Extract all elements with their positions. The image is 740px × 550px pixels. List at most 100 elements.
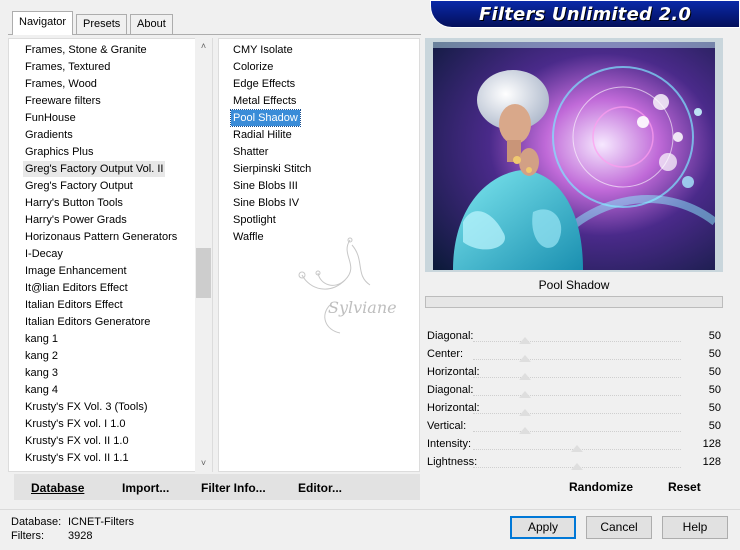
- param-slider-track[interactable]: [473, 359, 681, 360]
- param-row: Horizontal: 50: [425, 400, 723, 418]
- param-value: 50: [708, 420, 721, 432]
- help-button[interactable]: Help: [662, 516, 728, 539]
- database-button[interactable]: Database: [31, 481, 84, 495]
- param-slider-track[interactable]: [473, 341, 681, 342]
- category-item[interactable]: Krusty's FX Vol. 3 (Tools): [23, 399, 150, 415]
- progress-bar: [425, 296, 723, 308]
- category-item[interactable]: Gradients: [23, 127, 75, 143]
- category-item[interactable]: Krusty's FX vol. II 1.0: [23, 433, 131, 449]
- param-row: Lightness: 128: [425, 454, 723, 472]
- bottom-toolbar: Database Import... Filter Info... Editor…: [14, 474, 420, 500]
- param-label: Horizontal:: [427, 402, 480, 414]
- database-value: ICNET-Filters: [68, 516, 134, 528]
- category-item[interactable]: Italian Editors Generatore: [23, 314, 152, 330]
- filter-item[interactable]: Radial Hilite: [231, 127, 294, 143]
- param-value: 50: [708, 402, 721, 414]
- category-item[interactable]: Frames, Stone & Granite: [23, 42, 149, 58]
- watermark-logo: Sylviane: [298, 237, 397, 334]
- param-slider-track[interactable]: [473, 431, 681, 432]
- database-button-label: Database: [31, 481, 85, 495]
- param-value: 50: [708, 348, 721, 360]
- param-label: Diagonal:: [427, 330, 474, 342]
- filters-count-label: Filters:: [11, 530, 44, 542]
- category-item[interactable]: Krusty's FX vol. I 1.0: [23, 416, 128, 432]
- category-item[interactable]: Harry's Button Tools: [23, 195, 125, 211]
- database-label: Database:: [11, 516, 62, 528]
- param-slider-track[interactable]: [473, 413, 681, 414]
- param-value: 128: [702, 438, 721, 450]
- param-row: Horizontal: 50: [425, 364, 723, 382]
- scroll-down-arrow-icon[interactable]: ˅: [195, 455, 212, 472]
- param-slider-thumb[interactable]: [519, 391, 531, 398]
- filter-item[interactable]: Colorize: [231, 59, 275, 75]
- category-item[interactable]: Krusty's FX vol. II 1.1: [23, 450, 131, 466]
- param-slider-thumb[interactable]: [571, 445, 583, 452]
- category-item[interactable]: I-Decay: [23, 246, 65, 262]
- category-item[interactable]: FunHouse: [23, 110, 78, 126]
- category-item[interactable]: kang 1: [23, 331, 60, 347]
- category-item[interactable]: Frames, Textured: [23, 59, 112, 75]
- param-slider-thumb[interactable]: [519, 409, 531, 416]
- filter-item[interactable]: Sierpinski Stitch: [231, 161, 313, 177]
- preview-filter-name: Pool Shadow: [425, 272, 723, 296]
- param-label: Horizontal:: [427, 366, 480, 378]
- param-slider-track[interactable]: [473, 377, 681, 378]
- watermark-signature: Sylviane: [328, 298, 397, 317]
- category-item[interactable]: kang 3: [23, 365, 60, 381]
- filter-item[interactable]: CMY Isolate: [231, 42, 295, 58]
- tab-navigator[interactable]: Navigator: [12, 11, 74, 35]
- tab-about[interactable]: About: [130, 14, 173, 34]
- category-item[interactable]: Image Enhancement: [23, 263, 129, 279]
- param-label: Intensity:: [427, 438, 472, 450]
- category-item[interactable]: Italian Editors Effect: [23, 297, 125, 313]
- category-list[interactable]: Frames, Stone & Granite Frames, Textured F…: [8, 38, 213, 472]
- category-scrollbar[interactable]: ˄ ˅: [195, 38, 212, 472]
- filter-item[interactable]: Edge Effects: [231, 76, 297, 92]
- scroll-thumb[interactable]: [196, 248, 211, 298]
- param-value: 50: [708, 384, 721, 396]
- filter-item[interactable]: Shatter: [231, 144, 270, 160]
- filter-info-button-label: Filter Info...: [201, 481, 266, 495]
- editor-button[interactable]: Editor...: [298, 481, 342, 495]
- category-item[interactable]: Horizonaus Pattern Generators: [23, 229, 179, 245]
- category-item[interactable]: Greg's Factory Output: [23, 178, 135, 194]
- param-slider-thumb[interactable]: [571, 463, 583, 470]
- category-item[interactable]: It@lian Editors Effect: [23, 280, 130, 296]
- apply-button[interactable]: Apply: [510, 516, 576, 539]
- filter-info-button[interactable]: Filter Info...: [201, 481, 266, 495]
- category-item[interactable]: Frames, Wood: [23, 76, 99, 92]
- filter-item[interactable]: Waffle: [231, 229, 266, 245]
- param-slider-track[interactable]: [473, 395, 681, 396]
- tab-presets[interactable]: Presets: [76, 14, 128, 34]
- category-item[interactable]: Harry's Power Grads: [23, 212, 129, 228]
- param-slider-thumb[interactable]: [519, 427, 531, 434]
- param-row: Center: 50: [425, 346, 723, 364]
- reset-button[interactable]: Reset: [668, 480, 701, 494]
- app-title-banner: Filters Unlimited 2.0: [430, 0, 740, 28]
- filter-item[interactable]: Sine Blobs IV: [231, 195, 301, 211]
- filter-item[interactable]: Metal Effects: [231, 93, 298, 109]
- cancel-button[interactable]: Cancel: [586, 516, 652, 539]
- param-slider-thumb[interactable]: [519, 373, 531, 380]
- filter-item[interactable]: Sine Blobs III: [231, 178, 300, 194]
- editor-button-label: Editor...: [298, 481, 343, 495]
- category-item[interactable]: Greg's Factory Output Vol. II: [23, 161, 166, 177]
- randomize-button[interactable]: Randomize: [569, 480, 633, 494]
- filters-count-value: 3928: [68, 530, 93, 542]
- param-row: Diagonal: 50: [425, 328, 723, 346]
- preview-image: [433, 42, 715, 270]
- category-item[interactable]: Graphics Plus: [23, 144, 95, 160]
- category-item[interactable]: kang 2: [23, 348, 60, 364]
- filter-item[interactable]: Pool Shadow: [230, 109, 301, 127]
- category-item[interactable]: Freeware filters: [23, 93, 103, 109]
- filter-item[interactable]: Spotlight: [231, 212, 278, 228]
- param-slider-thumb[interactable]: [519, 355, 531, 362]
- scroll-up-arrow-icon[interactable]: ˄: [195, 38, 212, 55]
- param-slider-thumb[interactable]: [519, 337, 531, 344]
- import-button[interactable]: Import...: [122, 481, 169, 495]
- param-row: Intensity: 128: [425, 436, 723, 454]
- parameter-sliders: Diagonal: 50 Center: 50 Horizontal: 50 Diagona…: [425, 328, 723, 498]
- param-label: Lightness:: [427, 456, 478, 468]
- category-item[interactable]: kang 4: [23, 382, 60, 398]
- param-label: Vertical:: [427, 420, 467, 432]
